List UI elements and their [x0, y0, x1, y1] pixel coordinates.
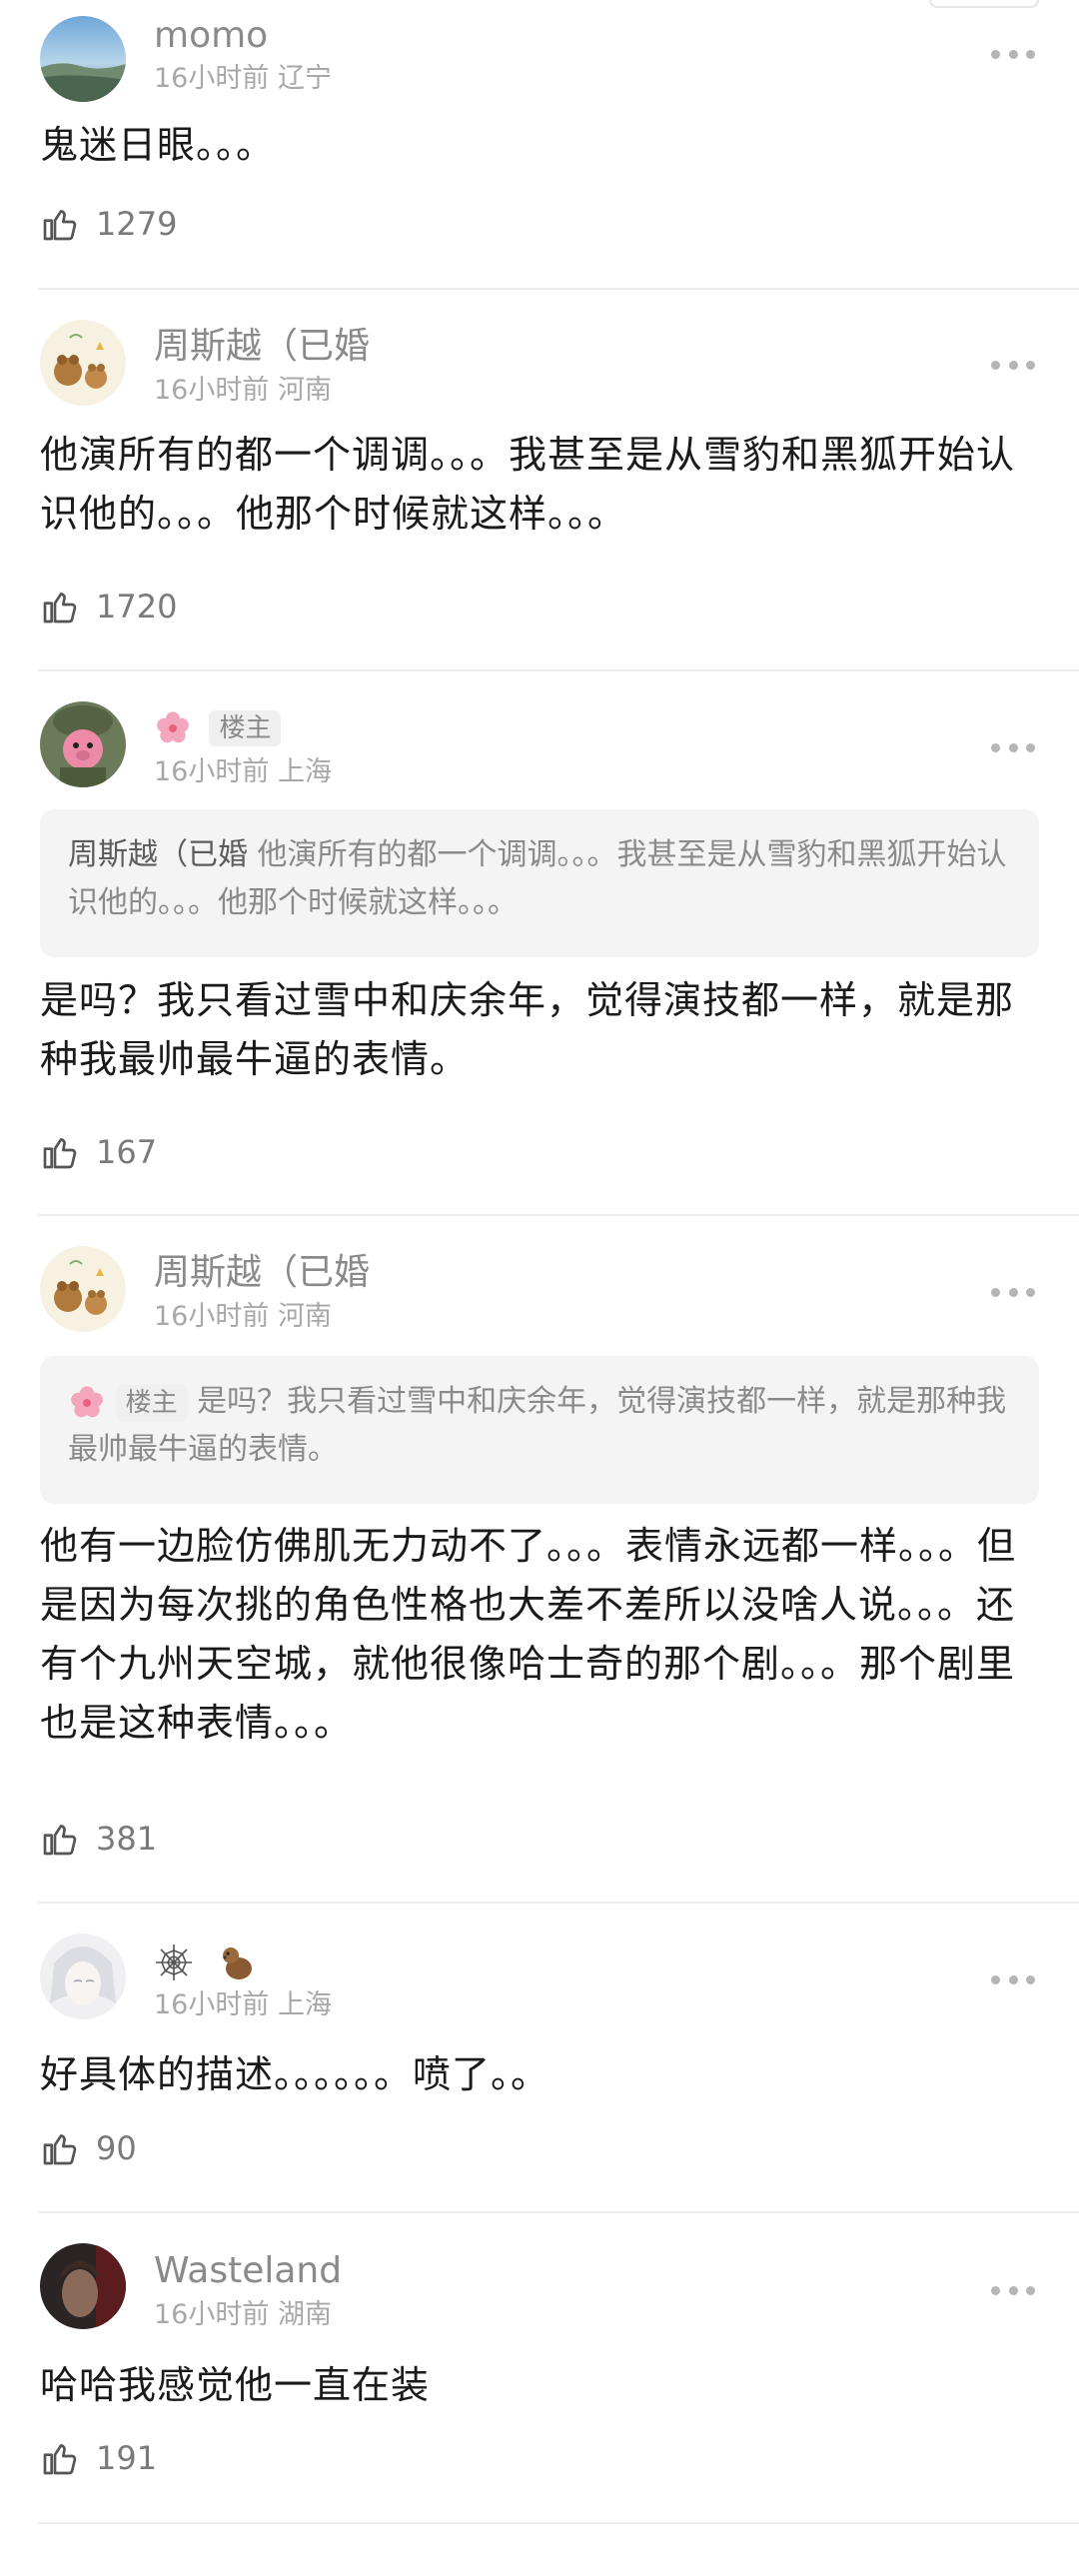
comment-meta: 16小时前 河南 [154, 1299, 332, 1335]
like-count: 191 [96, 2439, 158, 2477]
username-row [154, 1939, 257, 1983]
more-options-icon[interactable] [991, 1973, 1035, 1985]
op-badge: 楼主 [209, 710, 282, 746]
divider [38, 669, 1079, 671]
comment-location: 河南 [277, 375, 332, 406]
comment-text: 哈哈我感觉他一直在装 [40, 2363, 431, 2407]
top-edge-button[interactable] [929, 0, 1039, 8]
divider [38, 2522, 1079, 2524]
divider [38, 1214, 1079, 1216]
comment-text: 他有一边脸仿佛肌无力动不了。。。表情永远都一样。。。但是因为每次挑的角色性格也大… [40, 1524, 1017, 1745]
comment-meta: 16小时前 辽宁 [154, 61, 332, 97]
comment-location: 湖南 [277, 2299, 332, 2330]
avatar[interactable] [40, 1246, 126, 1332]
like-count: 167 [96, 1133, 158, 1171]
avatar[interactable] [40, 16, 126, 102]
thumbs-up-icon [43, 1138, 77, 1169]
more-options-icon[interactable] [991, 2284, 1035, 2296]
like-count: 381 [96, 1820, 158, 1858]
comment-time: 16小时前 [154, 63, 270, 94]
comment-text: 鬼迷日眼。。。 [40, 123, 276, 167]
comment-location: 辽宁 [277, 63, 332, 94]
spider-web-icon [156, 1944, 192, 1980]
comment-text: 是吗？我只看过雪中和庆余年，觉得演技都一样，就是那种我最帅最牛逼的表情。 [40, 978, 1015, 1081]
thumbs-up-icon [43, 593, 77, 624]
divider [38, 288, 1079, 290]
comment-location: 河南 [277, 1301, 332, 1332]
username-row: 楼主 [154, 705, 282, 749]
comment-text: 好具体的描述。。。。。。喷了。。 [40, 2052, 550, 2096]
avatar[interactable] [40, 320, 126, 406]
quoted-comment[interactable]: 周斯越（已婚 他演所有的都一个调调。。。我甚至是从雪豹和黑狐开始认识他的。。。他… [40, 809, 1039, 957]
divider [38, 1902, 1079, 1904]
comment-text: 他演所有的都一个调调。。。我甚至是从雪豹和黑狐开始认识他的。。。他那个时候就这样… [40, 433, 1016, 536]
cherry-blossom-icon [157, 711, 189, 743]
divider [38, 2211, 1079, 2213]
username[interactable]: 周斯越（已婚 [154, 1251, 370, 1295]
more-options-icon[interactable] [991, 741, 1035, 753]
more-options-icon[interactable] [991, 359, 1035, 371]
comment-time: 16小时前 [154, 2299, 270, 2330]
quoted-text: 是吗？我只看过雪中和庆余年，觉得演技都一样，就是那种我最帅最牛逼的表情。 [68, 1384, 1007, 1467]
more-options-icon[interactable] [991, 48, 1035, 60]
comment-time: 16小时前 [154, 375, 270, 406]
like-button[interactable]: 381 [40, 1817, 157, 1861]
comment-meta: 16小时前 湖南 [154, 2297, 332, 2333]
comment-meta: 16小时前 上海 [154, 754, 332, 790]
op-badge: 楼主 [115, 1384, 188, 1421]
cherry-blossom-icon [71, 1385, 103, 1417]
avatar[interactable] [40, 1933, 126, 2019]
comment-location: 上海 [277, 756, 332, 787]
comment-time: 16小时前 [154, 756, 270, 787]
like-button[interactable]: 1720 [40, 585, 177, 629]
thumbs-up-icon [43, 2444, 77, 2475]
comment-list: momo 16小时前 辽宁 鬼迷日眼。。。 1279 周斯越（已婚 16小时前 … [0, 0, 1079, 2576]
quoted-username: 周斯越（已婚 [68, 837, 248, 872]
quoted-comment[interactable]: 楼主 是吗？我只看过雪中和庆余年，觉得演技都一样，就是那种我最帅最牛逼的表情。 [40, 1356, 1039, 1504]
comment-meta: 16小时前 河南 [154, 373, 332, 409]
thumbs-up-icon [43, 210, 77, 241]
comment-time: 16小时前 [154, 1301, 270, 1332]
like-count: 1720 [96, 588, 178, 626]
like-button[interactable]: 191 [40, 2436, 157, 2480]
like-count: 1279 [96, 205, 178, 243]
like-button[interactable]: 90 [40, 2126, 137, 2170]
username[interactable]: 周斯越（已婚 [154, 325, 370, 369]
like-button[interactable]: 1279 [40, 202, 177, 246]
thumbs-up-icon [43, 2134, 77, 2165]
thumbs-up-icon [43, 1825, 77, 1856]
comment-meta: 16小时前 上海 [154, 1987, 332, 2023]
avatar[interactable] [40, 701, 126, 787]
username[interactable]: momo [154, 14, 268, 58]
comment-location: 上海 [277, 1989, 332, 2020]
groundhog-icon [223, 1947, 253, 1979]
comment-time: 16小时前 [154, 1989, 270, 2020]
like-count: 90 [96, 2129, 137, 2167]
more-options-icon[interactable] [991, 1286, 1035, 1298]
like-button[interactable]: 167 [40, 1130, 157, 1174]
avatar[interactable] [40, 2243, 126, 2329]
username[interactable]: Wasteland [154, 2249, 342, 2293]
